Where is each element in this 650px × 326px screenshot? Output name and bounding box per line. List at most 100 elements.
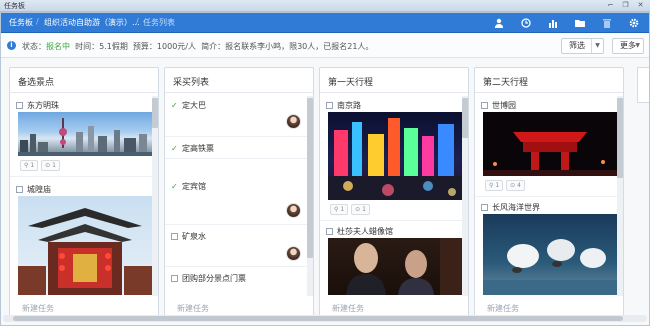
new-task-button[interactable]: 新建任务	[22, 303, 54, 314]
breadcrumb-separator: /	[136, 17, 139, 26]
task-label: 定高铁票	[182, 144, 214, 153]
task-item[interactable]: ✓ 定大巴	[171, 100, 206, 111]
task-item[interactable]: 长风海洋世界	[481, 202, 540, 213]
avatar[interactable]	[286, 246, 301, 261]
task-checkbox[interactable]	[326, 228, 333, 235]
comment-count[interactable]: ⊙ 1	[41, 160, 60, 171]
comment-count[interactable]: ⊙ 4	[506, 180, 525, 191]
task-item[interactable]: 南京路	[326, 100, 361, 111]
filter-label: 筛选	[569, 41, 585, 50]
app-window: 任务板 / 组织活动自助游（演示）... / 任务列表 i 状态：报名中 时间：…	[0, 12, 650, 326]
task-checkbox[interactable]	[171, 233, 178, 240]
task-column: 第一天行程 南京路 ⚲ 1 ⊙ 1 杜莎夫人蜡像馆 新建任务	[319, 67, 469, 321]
column-title: 第二天行程	[483, 78, 529, 88]
like-count[interactable]: ⚲ 1	[485, 180, 504, 191]
task-checkbox[interactable]	[326, 102, 333, 109]
chevron-down-icon: ▼	[635, 42, 640, 49]
breadcrumb-project[interactable]: 组织活动自助游（演示）...	[44, 17, 140, 28]
like-count[interactable]: ⚲ 1	[20, 160, 39, 171]
breadcrumb-board[interactable]: 任务板	[9, 17, 33, 28]
next-column-edge	[637, 67, 649, 103]
folder-icon[interactable]	[573, 16, 587, 30]
task-label: 杜莎夫人蜡像馆	[337, 227, 393, 236]
new-task-button[interactable]: 新建任务	[332, 303, 364, 314]
task-item[interactable]: 世博园	[481, 100, 516, 111]
comment-count[interactable]: ⊙ 1	[351, 204, 370, 215]
task-list: 世博园 ⚲ 1 ⊙ 4 长风海洋世界	[475, 96, 623, 295]
task-checkbox[interactable]	[16, 102, 23, 109]
task-counters: ⚲ 1 ⊙ 1	[330, 204, 370, 215]
task-item[interactable]: 杜莎夫人蜡像馆	[326, 226, 393, 237]
task-item[interactable]: ✓ 定宾馆	[171, 181, 206, 192]
more-label: 更多	[620, 41, 636, 50]
status-value: 报名中	[46, 42, 70, 51]
time-info: 时间：5.1假期	[75, 42, 128, 51]
task-item[interactable]: ✓ 定高铁票	[171, 143, 214, 154]
divider	[10, 92, 158, 93]
task-divider	[165, 266, 313, 267]
check-icon[interactable]: ✓	[171, 101, 179, 110]
task-label: 定大巴	[182, 101, 206, 110]
task-column: 备选景点 东方明珠 ⚲ 1 ⊙ 1 城隍庙 新建任务	[9, 67, 159, 321]
task-counters: ⚲ 1 ⊙ 4	[485, 180, 525, 191]
task-item[interactable]: 矿泉水	[171, 231, 206, 242]
top-navbar: 任务板 / 组织活动自助游（演示）... / 任务列表	[1, 13, 649, 33]
check-icon[interactable]: ✓	[171, 144, 179, 153]
minimize-icon[interactable]: ⌐	[605, 0, 616, 11]
task-label: 团购部分景点门票	[182, 274, 246, 283]
task-label: 矿泉水	[182, 232, 206, 241]
task-checkbox[interactable]	[481, 204, 488, 211]
task-divider	[10, 176, 158, 177]
check-icon[interactable]: ✓	[171, 182, 179, 191]
task-counters: ⚲ 1 ⊙ 1	[20, 160, 60, 171]
column-scrollbar[interactable]	[307, 96, 313, 296]
task-item[interactable]: 城隍庙	[16, 184, 51, 195]
task-checkbox[interactable]	[171, 275, 178, 282]
task-divider	[475, 196, 623, 197]
trash-icon[interactable]	[600, 16, 614, 30]
new-task-button[interactable]: 新建任务	[487, 303, 519, 314]
task-label: 长风海洋世界	[492, 203, 540, 212]
divider	[475, 92, 623, 93]
task-image	[18, 112, 152, 156]
budget-info: 预算：1000元/人	[132, 42, 196, 51]
breadcrumb-current: 任务列表	[143, 18, 175, 27]
more-button[interactable]: 更多 ▼	[612, 38, 644, 54]
close-icon[interactable]: ✕	[635, 0, 646, 11]
task-list: ✓ 定大巴 ✓ 定高铁票 ✓ 定宾馆 矿泉水 团购部分景点门票	[165, 96, 313, 295]
status-label: 状态：	[22, 42, 46, 51]
project-info-bar: i 状态：报名中 时间：5.1假期 预算：1000元/人 简介：报名联系李小鸣，…	[1, 34, 649, 58]
task-checkbox[interactable]	[16, 186, 23, 193]
chevron-down-icon: ▼	[591, 39, 603, 53]
user-icon[interactable]	[492, 16, 506, 30]
chart-icon[interactable]	[546, 16, 560, 30]
horizontal-scrollbar[interactable]	[3, 315, 647, 322]
task-item[interactable]: 东方明珠	[16, 100, 59, 111]
task-image	[483, 112, 617, 176]
restore-icon[interactable]: ❐	[620, 0, 631, 11]
task-column: 采买列表 ✓ 定大巴 ✓ 定高铁票 ✓ 定宾馆 矿泉水 团购部分景点门票 新建任务	[164, 67, 314, 321]
column-scrollbar[interactable]	[152, 96, 158, 296]
task-checkbox[interactable]	[481, 102, 488, 109]
column-scrollbar[interactable]	[617, 96, 623, 296]
window-titlebar: 任务板 ⌐ ❐ ✕	[0, 0, 650, 12]
new-task-button[interactable]: 新建任务	[177, 303, 209, 314]
avatar[interactable]	[286, 114, 301, 129]
clock-icon[interactable]	[519, 16, 533, 30]
filter-button[interactable]: 筛选 ▼	[561, 38, 604, 54]
like-count[interactable]: ⚲ 1	[330, 204, 349, 215]
task-image	[328, 112, 462, 200]
column-title: 备选景点	[18, 78, 55, 88]
column-title: 第一天行程	[328, 78, 374, 88]
avatar[interactable]	[286, 203, 301, 218]
task-item[interactable]: 团购部分景点门票	[171, 273, 246, 284]
task-label: 东方明珠	[27, 101, 59, 110]
task-label: 世博园	[492, 101, 516, 110]
task-label: 定宾馆	[182, 182, 206, 191]
intro-info: 简介：报名联系李小鸣，限30人，已报名21人。	[201, 42, 374, 51]
info-icon: i	[7, 41, 16, 50]
divider	[320, 92, 468, 93]
task-label: 城隍庙	[27, 185, 51, 194]
column-scrollbar[interactable]	[462, 96, 468, 296]
gear-icon[interactable]	[627, 16, 641, 30]
